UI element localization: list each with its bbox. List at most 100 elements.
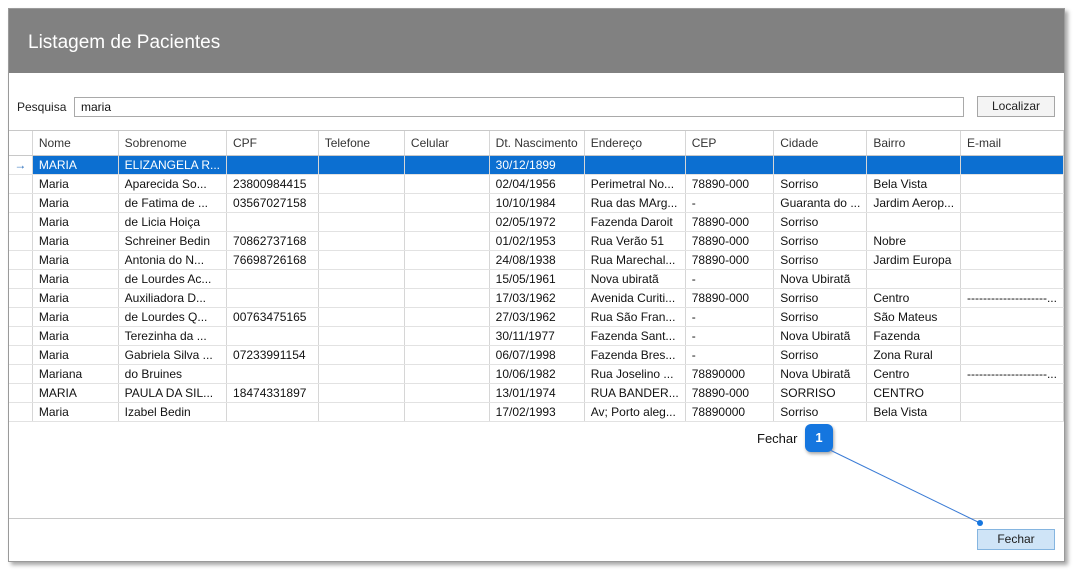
table-cell[interactable]: SORRISO [773, 383, 868, 403]
table-cell[interactable]: de Lourdes Q... [118, 307, 228, 327]
column-header[interactable]: Celular [404, 131, 490, 156]
table-cell[interactable]: Rua Joselino ... [584, 364, 686, 384]
table-cell[interactable]: 30/11/1977 [489, 326, 585, 346]
table-cell[interactable]: Nova Ubiratã [773, 269, 868, 289]
column-header[interactable]: Nome [32, 131, 119, 156]
table-cell[interactable]: Sorriso [773, 307, 868, 327]
table-cell[interactable]: - [685, 326, 775, 346]
table-cell[interactable]: 18474331897 [226, 383, 319, 403]
table-row[interactable]: Maria Izabel Bedin 17/02/1993 Av; Porto ale… [9, 402, 1064, 422]
table-cell[interactable] [318, 250, 405, 270]
table-row[interactable]: Maria Terezinha da ... 30/11/1977 Fazenda S… [9, 326, 1064, 346]
table-cell[interactable] [226, 364, 319, 384]
column-header[interactable]: Telefone [318, 131, 405, 156]
table-cell[interactable] [226, 155, 319, 175]
table-cell[interactable] [960, 231, 1064, 251]
search-button[interactable]: Localizar [977, 96, 1055, 117]
table-cell[interactable] [404, 174, 490, 194]
table-cell[interactable]: Perimetral No... [584, 174, 686, 194]
table-cell[interactable] [318, 345, 405, 365]
table-cell[interactable]: 76698726168 [226, 250, 319, 270]
table-row[interactable]: Maria Auxiliadora D... 17/03/1962 Avenida C… [9, 288, 1064, 308]
table-cell[interactable]: Auxiliadora D... [118, 288, 228, 308]
table-cell[interactable]: 78890-000 [685, 383, 775, 403]
table-cell[interactable]: Aparecida So... [118, 174, 228, 194]
table-cell[interactable] [960, 193, 1064, 213]
table-cell[interactable]: 78890-000 [685, 212, 775, 232]
table-cell[interactable] [318, 212, 405, 232]
table-cell[interactable]: 78890-000 [685, 250, 775, 270]
table-cell[interactable]: Mariana [32, 364, 119, 384]
table-cell[interactable]: Av; Porto aleg... [584, 402, 686, 422]
table-cell[interactable]: Nova Ubiratã [773, 326, 868, 346]
table-cell[interactable] [866, 269, 962, 289]
table-cell[interactable]: Maria [32, 326, 119, 346]
table-cell[interactable] [404, 193, 490, 213]
table-cell[interactable]: Maria [32, 288, 119, 308]
table-row[interactable]: Maria Antonia do N... 76698726168 24/08/193… [9, 250, 1064, 270]
table-cell[interactable] [226, 269, 319, 289]
table-cell[interactable]: 10/06/1982 [489, 364, 585, 384]
table-cell[interactable] [773, 155, 868, 175]
table-cell[interactable]: Sorriso [773, 402, 868, 422]
table-cell[interactable]: Sorriso [773, 174, 868, 194]
table-row[interactable]: Maria de Fatima de ... 03567027158 10/10/19… [9, 193, 1064, 213]
column-header[interactable]: Sobrenome [118, 131, 228, 156]
table-cell[interactable] [685, 155, 775, 175]
table-cell[interactable]: 78890-000 [685, 288, 775, 308]
table-cell[interactable] [960, 402, 1064, 422]
table-cell[interactable]: Gabriela Silva ... [118, 345, 228, 365]
close-button[interactable]: Fechar [977, 529, 1055, 550]
table-cell[interactable]: de Licia Hoiça [118, 212, 228, 232]
table-cell[interactable] [404, 345, 490, 365]
table-cell[interactable] [404, 231, 490, 251]
table-row[interactable]: Maria de Lourdes Ac... 15/05/1961 Nova ubir… [9, 269, 1064, 289]
table-cell[interactable]: 01/02/1953 [489, 231, 585, 251]
table-cell[interactable]: 06/07/1998 [489, 345, 585, 365]
table-cell[interactable]: MARIA [32, 383, 119, 403]
search-input[interactable] [74, 97, 964, 117]
table-cell[interactable]: Centro [866, 364, 962, 384]
table-cell[interactable]: 02/05/1972 [489, 212, 585, 232]
table-cell[interactable]: Nova Ubiratã [773, 364, 868, 384]
table-cell[interactable]: MARIA [32, 155, 119, 175]
table-cell[interactable] [318, 288, 405, 308]
table-cell[interactable] [960, 155, 1064, 175]
table-cell[interactable]: Maria [32, 231, 119, 251]
table-cell[interactable] [226, 212, 319, 232]
table-cell[interactable]: Fazenda Sant... [584, 326, 686, 346]
table-cell[interactable]: Nova ubiratã [584, 269, 686, 289]
table-cell[interactable]: de Lourdes Ac... [118, 269, 228, 289]
table-cell[interactable]: Maria [32, 193, 119, 213]
table-cell[interactable] [404, 212, 490, 232]
table-cell[interactable]: 27/03/1962 [489, 307, 585, 327]
table-cell[interactable]: 07233991154 [226, 345, 319, 365]
table-cell[interactable]: Maria [32, 174, 119, 194]
table-cell[interactable] [866, 212, 962, 232]
table-cell[interactable]: Sorriso [773, 288, 868, 308]
table-cell[interactable]: RUA BANDER... [584, 383, 686, 403]
table-cell[interactable]: Nobre [866, 231, 962, 251]
table-cell[interactable] [404, 307, 490, 327]
column-header[interactable]: CEP [685, 131, 775, 156]
table-cell[interactable]: Terezinha da ... [118, 326, 228, 346]
table-cell[interactable] [404, 326, 490, 346]
table-cell[interactable]: - [685, 193, 775, 213]
column-header[interactable]: Cidade [773, 131, 868, 156]
table-cell[interactable]: Sorriso [773, 250, 868, 270]
table-row[interactable]: Maria de Lourdes Q... 00763475165 27/03/196… [9, 307, 1064, 327]
table-row[interactable]: MARIA PAULA DA SIL... 18474331897 13/01/197… [9, 383, 1064, 403]
table-cell[interactable]: Fazenda Daroit [584, 212, 686, 232]
table-cell[interactable]: --------------------... [960, 364, 1064, 384]
table-row[interactable]: Maria de Licia Hoiça 02/05/1972 Fazenda Dar… [9, 212, 1064, 232]
table-cell[interactable] [866, 155, 962, 175]
table-cell[interactable]: Maria [32, 345, 119, 365]
table-cell[interactable] [226, 402, 319, 422]
table-row[interactable]: → MARIA ELIZANGELA R... 30/12/1899 [9, 155, 1064, 175]
table-cell[interactable]: 78890000 [685, 364, 775, 384]
column-header[interactable]: E-mail [960, 131, 1064, 156]
table-cell[interactable] [318, 193, 405, 213]
column-header[interactable]: Endereço [584, 131, 686, 156]
table-cell[interactable] [318, 269, 405, 289]
table-cell[interactable]: Izabel Bedin [118, 402, 228, 422]
